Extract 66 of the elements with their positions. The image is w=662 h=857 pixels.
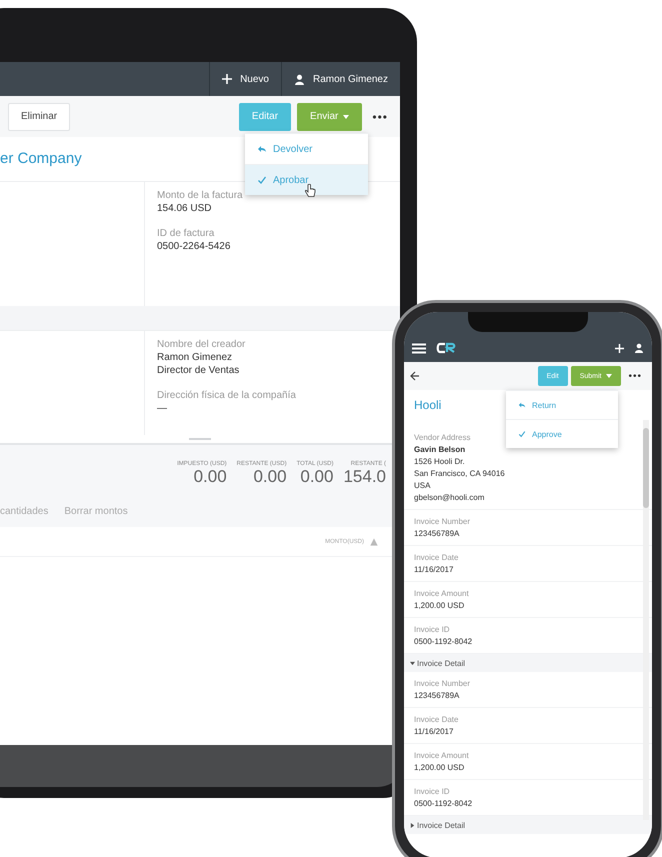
delete-button[interactable]: Eliminar <box>8 102 70 130</box>
reply-icon <box>518 401 526 409</box>
resize-handle[interactable] <box>189 438 211 440</box>
field-label: Invoice ID <box>414 625 450 634</box>
menu-item[interactable]: Devolver <box>245 133 368 164</box>
vendor-title: er Company <box>0 150 82 167</box>
field-value: — <box>157 403 168 414</box>
field-label: Invoice Number <box>414 679 470 688</box>
check-icon <box>257 175 267 185</box>
menu-icon[interactable] <box>412 342 426 354</box>
more-button[interactable]: ••• <box>624 370 646 382</box>
warning-icon <box>370 538 378 546</box>
total-value: 0.00 <box>194 467 227 487</box>
menu-item[interactable]: Return <box>506 390 618 419</box>
edit-button[interactable]: Editar <box>238 102 292 130</box>
reply-icon <box>257 144 267 154</box>
field-label: Invoice Date <box>414 553 458 562</box>
vendor-title: Hooli <box>414 398 442 412</box>
back-arrow-icon[interactable] <box>410 371 420 381</box>
field-value: 0500-1192-8042 <box>414 637 474 646</box>
field-value: 11/16/2017 <box>414 565 454 574</box>
field-value: 123456789A <box>414 529 460 538</box>
field-value: gbelson@hooli.com <box>414 493 486 502</box>
field-label: Invoice Date <box>414 715 458 724</box>
plus-icon <box>615 344 624 352</box>
action-link[interactable]: cantidades <box>0 506 48 516</box>
submit-button[interactable]: Enviar <box>297 102 362 130</box>
field-label: Invoice ID <box>414 787 450 796</box>
field-label: Vendor Address <box>414 433 470 442</box>
field-value: 123456789A <box>414 691 460 700</box>
field-label: Invoice Amount <box>414 751 469 760</box>
menu-item[interactable]: Approve <box>506 419 618 448</box>
field-value: 1,200.00 USD <box>414 763 466 772</box>
field-value: Gavin Belson <box>414 445 466 454</box>
section-header[interactable]: Invoice Detail <box>404 654 652 672</box>
menu-item[interactable]: Aprobar <box>245 164 368 195</box>
total-value: 154.0 <box>343 467 386 487</box>
hand-cursor-icon <box>304 184 316 198</box>
field-label: Invoice Number <box>414 517 470 526</box>
field-value: Director de Ventas <box>157 365 240 376</box>
logo-icon <box>436 342 456 354</box>
field-label: Nombre del creador <box>157 339 246 350</box>
total-value: 0.00 <box>253 467 287 487</box>
field-value: 154.06 USD <box>157 203 212 214</box>
total-value: 0.00 <box>300 467 334 487</box>
field-value: 0500-2264-5426 <box>157 241 232 252</box>
field-value: San Francisco, CA 94016 <box>414 469 506 478</box>
field-value: 0500-1192-8042 <box>414 799 474 808</box>
caret-icon <box>606 374 612 378</box>
user-icon <box>294 74 305 84</box>
field-value: USA <box>414 481 432 490</box>
plus-icon <box>222 74 232 84</box>
caret-icon <box>343 114 350 118</box>
user-icon <box>634 343 644 353</box>
field-label: Monto de la factura <box>157 190 243 201</box>
check-icon <box>518 430 526 438</box>
field-value: Ramon Gimenez <box>157 352 234 363</box>
action-link[interactable]: Borrar montos <box>64 506 128 516</box>
field-label: Dirección física de la compañía <box>157 390 296 401</box>
field-value: 1526 Hooli Dr. <box>414 457 466 466</box>
field-label: ID de factura <box>157 228 214 239</box>
section-header[interactable]: Invoice Detail <box>404 816 652 834</box>
more-button[interactable]: ••• <box>368 110 392 124</box>
field-value: 1,200.00 USD <box>414 601 466 610</box>
field-label: Invoice Amount <box>414 589 469 598</box>
field-value: 11/16/2017 <box>414 727 454 736</box>
